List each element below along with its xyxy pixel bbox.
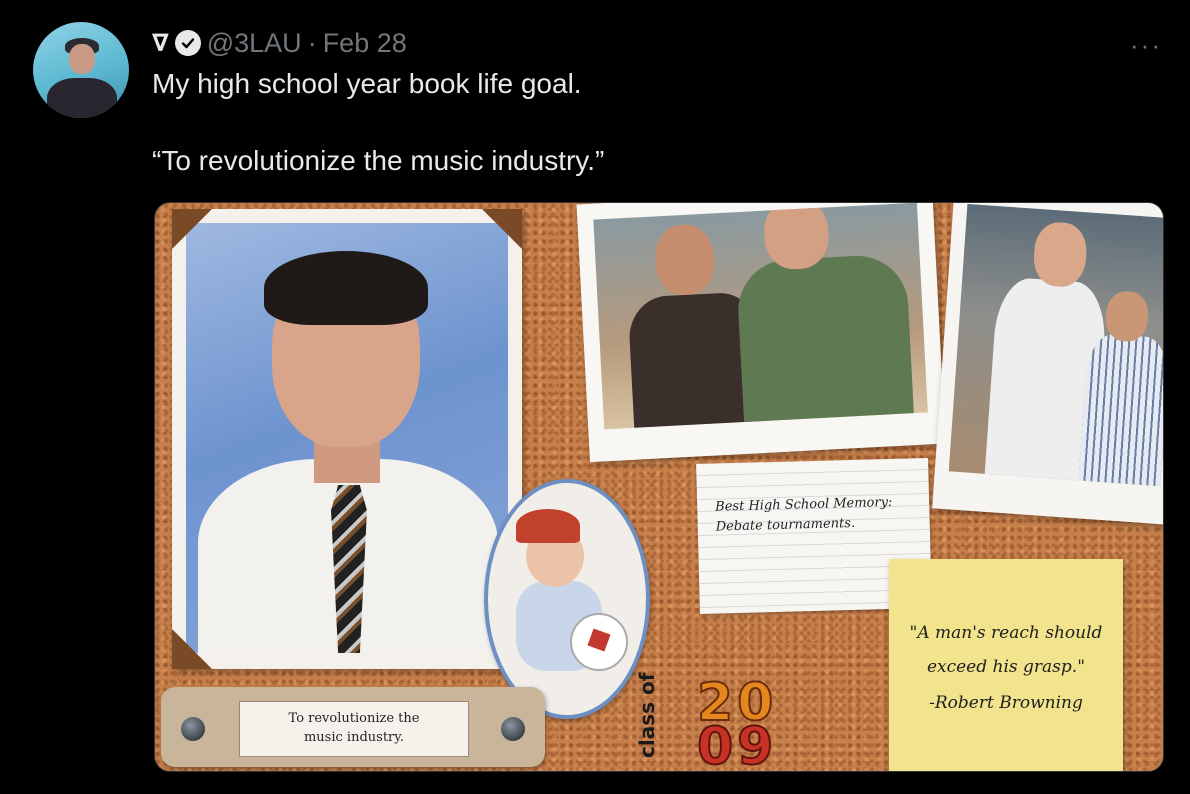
tweet-text-line-2: “To revolutionize the music industry.” xyxy=(152,145,605,176)
rivet-icon xyxy=(181,717,205,741)
separator-dot: · xyxy=(307,27,317,58)
senior-portrait-frame xyxy=(172,209,522,669)
quote-attribution: -Robert Browning xyxy=(929,693,1083,713)
soccer-ball xyxy=(570,613,628,671)
goal-label-line-1: To revolutionize the xyxy=(288,711,420,726)
avatar-head xyxy=(69,44,95,74)
tweet-date[interactable]: Feb 28 xyxy=(323,28,407,59)
beach-photo-polaroid xyxy=(932,203,1163,525)
verified-badge-icon xyxy=(174,30,201,56)
person-right-body xyxy=(735,253,915,430)
photo-corner-icon xyxy=(482,209,522,249)
friends-photo xyxy=(593,203,928,430)
tweet-text-line-1: My high school year book life goal. xyxy=(152,68,582,99)
class-year-bottom: 09 xyxy=(696,716,778,772)
tweet-media-image[interactable]: Best High School Memory: Debate tourname… xyxy=(154,202,1164,772)
beach-photo xyxy=(948,203,1163,487)
photo-corner-icon xyxy=(172,629,212,669)
portrait-hair xyxy=(264,251,428,325)
goal-label: To revolutionize the music industry. xyxy=(239,701,469,757)
user-handle[interactable]: @3LAU xyxy=(207,28,302,59)
photo-corner-icon xyxy=(172,209,212,249)
more-options-icon[interactable]: ··· xyxy=(1130,30,1162,61)
memory-note-text: Debate tournaments. xyxy=(715,515,856,535)
baby-photo-oval xyxy=(484,479,650,719)
person-kid-body xyxy=(1078,332,1163,487)
baby-cap xyxy=(516,509,580,543)
person-teen-face xyxy=(1031,220,1089,289)
quote-line-2: exceed his grasp." xyxy=(926,657,1086,677)
rivet-icon xyxy=(501,717,525,741)
display-name[interactable]: ∇ xyxy=(152,29,169,58)
goal-label-line-2: music industry. xyxy=(303,730,405,745)
person-left-face xyxy=(653,223,716,297)
person-kid-face xyxy=(1104,289,1150,343)
memory-note-title: Best High School Memory: xyxy=(715,494,893,515)
quote-line-1: "A man's reach should xyxy=(909,623,1103,643)
avatar[interactable] xyxy=(33,22,129,118)
quote-sticky-note: "A man's reach should exceed his grasp."… xyxy=(889,559,1123,771)
tweet-header: ∇ @3LAU · Feb 28 xyxy=(152,26,407,60)
friends-photo-polaroid xyxy=(576,203,946,463)
checkmark-icon xyxy=(181,38,194,49)
senior-portrait-photo xyxy=(186,223,508,653)
avatar-body xyxy=(47,78,117,118)
class-of-label: class of xyxy=(635,672,659,758)
goal-plaque: To revolutionize the music industry. xyxy=(161,687,545,767)
